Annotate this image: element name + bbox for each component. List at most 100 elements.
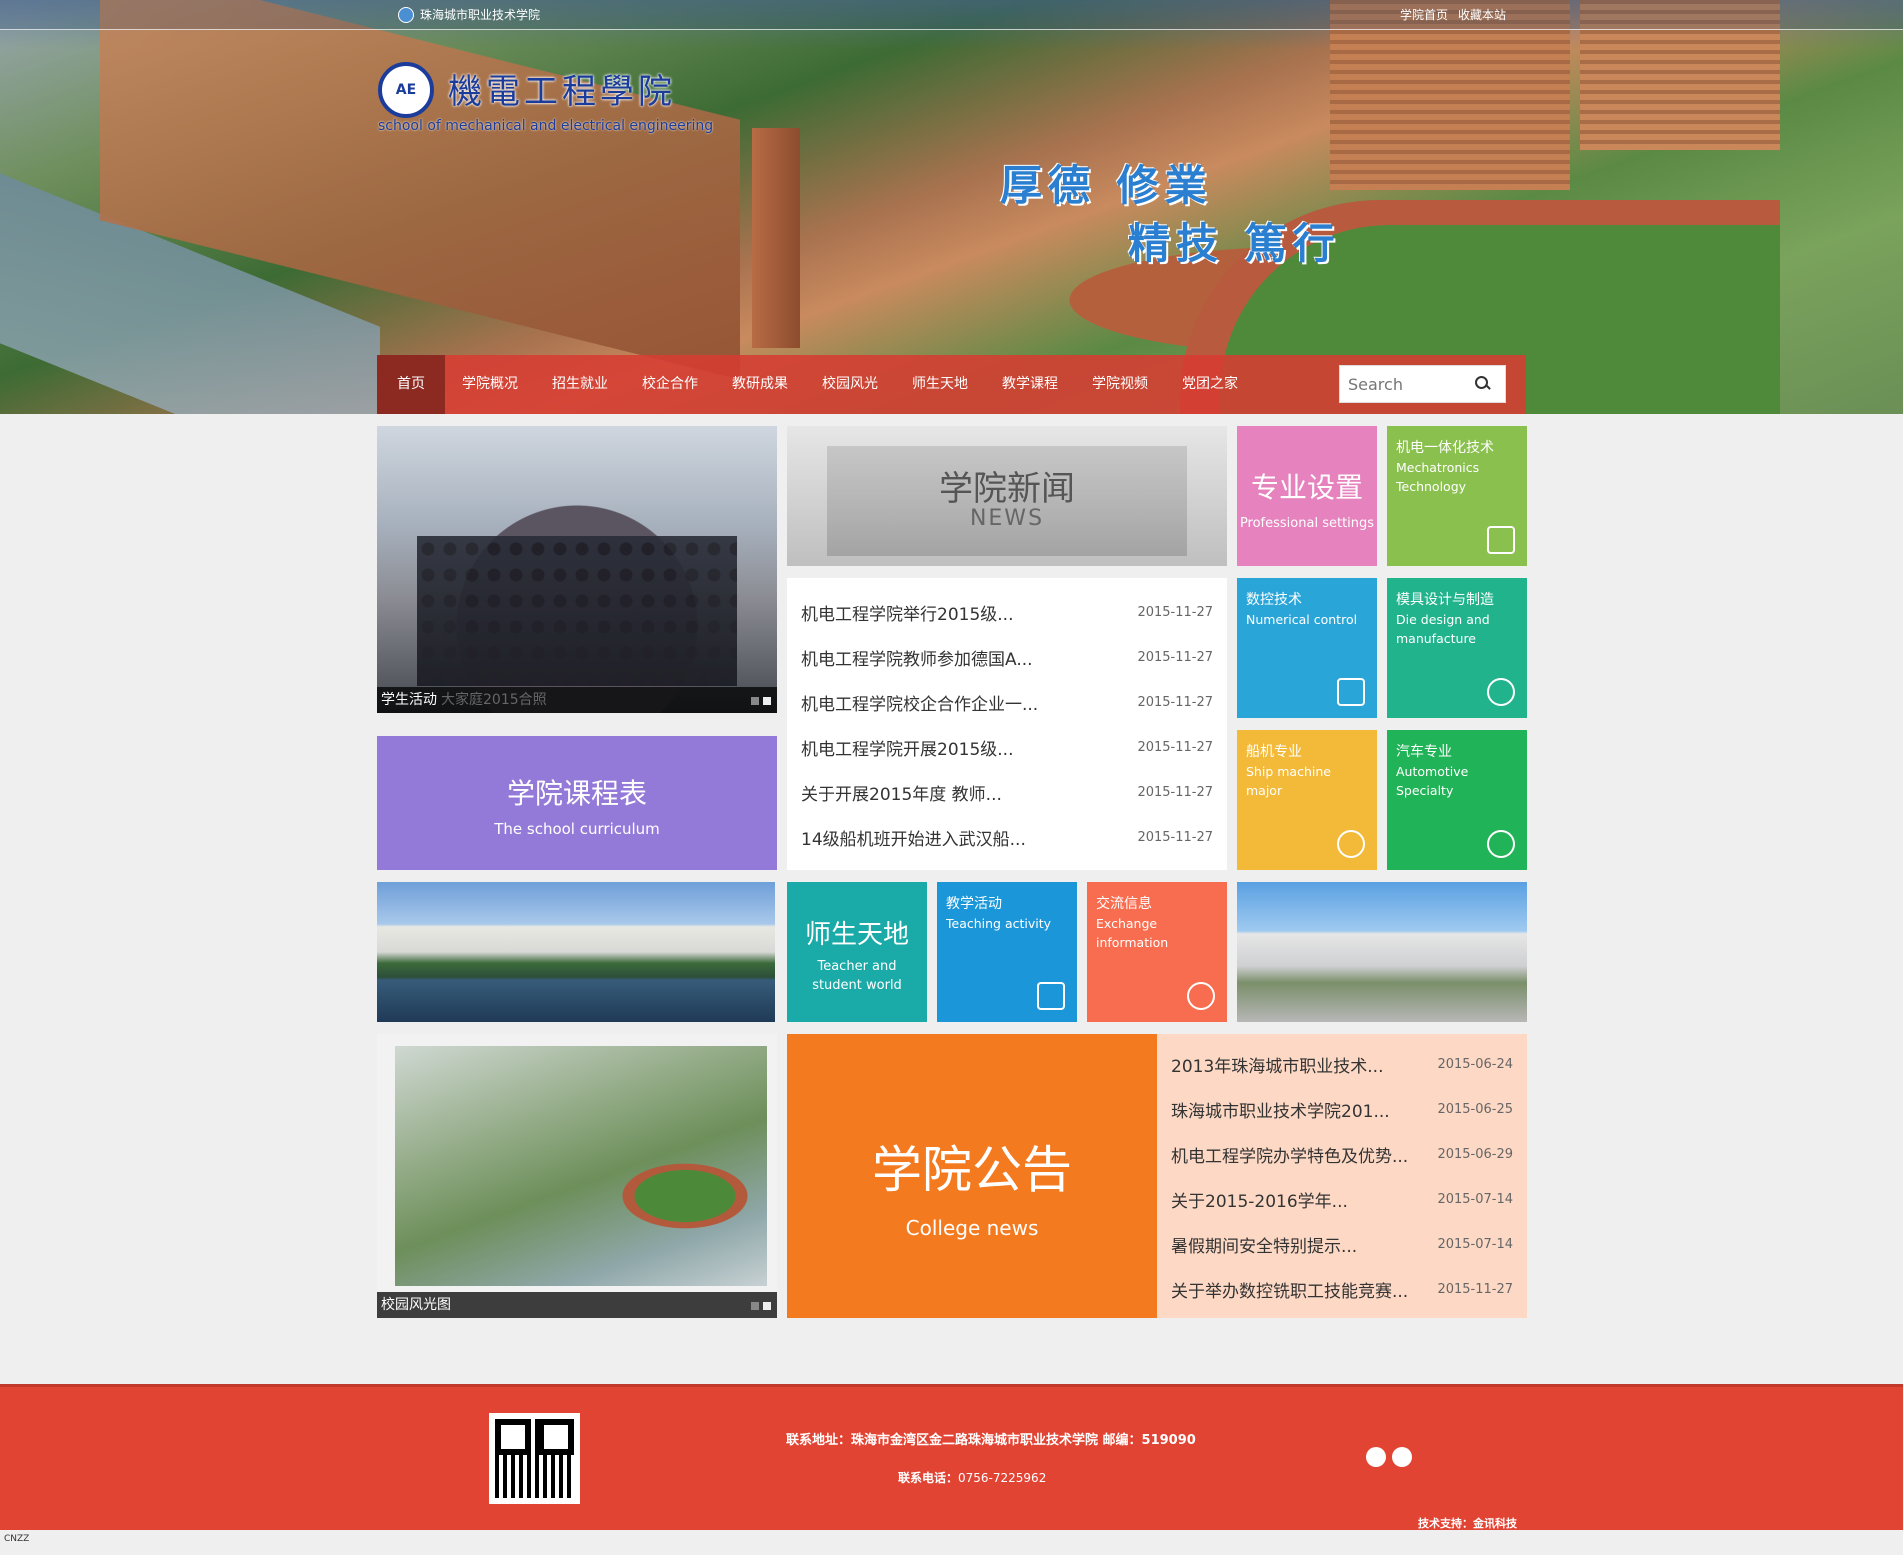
ship-icon [1337,830,1365,858]
news-item[interactable]: 机电工程学院举行2015级... 2015-11-27 [801,590,1213,635]
announcement-item[interactable]: 珠海城市职业技术学院201... 2015-06-25 [1171,1087,1513,1132]
news-item[interactable]: 机电工程学院校企合作企业一... 2015-11-27 [801,680,1213,725]
announcement-date: 2015-06-29 [1437,1147,1513,1162]
nav-item-cooperation[interactable]: 校企合作 [625,355,715,414]
tile-subtitle: Numerical control [1246,612,1358,627]
nav-item-overview[interactable]: 学院概况 [445,355,535,414]
tile-title: 汽车专业 [1396,744,1452,760]
footer-phone: 联系电话：0756-7225962 [898,1469,1046,1486]
campus-lake-photo[interactable] [377,882,775,1022]
tile-automotive[interactable]: 汽车专业 Automotive Specialty [1387,730,1527,870]
tile-teacher-student[interactable]: 师生天地 Teacher and student world [787,882,927,1022]
slider-dot[interactable] [763,697,771,705]
share-icon[interactable] [1392,1447,1412,1467]
announcement-title: 关于举办数控铣职工技能竞赛... [1171,1282,1409,1302]
news-item-title: 机电工程学院举行2015级... [801,605,1014,625]
social-links [1366,1447,1412,1467]
tile-majors[interactable]: 专业设置 Professional settings [1237,426,1377,566]
cnzz-badge-icon[interactable]: CNZZ [4,1534,29,1544]
tile-exchange-info[interactable]: 交流信息 Exchange information [1087,882,1227,1022]
announcement-title: 关于2015-2016学年... [1171,1192,1348,1212]
support-label: 技术支持： [1418,1517,1473,1530]
announcement-date: 2015-07-14 [1437,1237,1513,1252]
dropbox-icon [1487,526,1515,554]
support-company[interactable]: 金讯科技 [1473,1517,1517,1530]
nav-item-courses[interactable]: 教学课程 [985,355,1075,414]
tile-title: 机电一体化技术 [1396,440,1494,456]
news-item-date: 2015-11-27 [1137,695,1213,710]
phone-label: 联系电话： [898,1471,959,1485]
search-icon[interactable] [1470,372,1494,396]
footer: 联系地址：珠海市金湾区金二路珠海城市职业技术学院 邮编：519090 联系电话：… [0,1384,1903,1530]
tile-numerical-control[interactable]: 数控技术 Numerical control [1237,578,1377,718]
campus-building-photo[interactable] [1237,882,1527,1022]
college-logo[interactable]: AE 機電工程學院 school of mechanical and elect… [378,58,713,138]
nav-item-community[interactable]: 师生天地 [895,355,985,414]
hero-tower [752,128,800,348]
tile-subtitle: Die design and manufacture [1396,612,1490,646]
nav-item-research[interactable]: 教研成果 [715,355,805,414]
search-box [1339,365,1506,403]
news-item[interactable]: 机电工程学院开展2015级... 2015-11-27 [801,725,1213,770]
bottom-strip: CNZZ [0,1530,1903,1555]
nav-item-videos[interactable]: 学院视频 [1075,355,1165,414]
nav-item-home[interactable]: 首页 [377,355,445,414]
announcement-item[interactable]: 机电工程学院办学特色及优势... 2015-06-29 [1171,1132,1513,1177]
wechat-icon[interactable] [1366,1447,1386,1467]
news-item[interactable]: 关于开展2015年度 教师... 2015-11-27 [801,770,1213,815]
tile-title: 师生天地 [804,920,909,950]
news-list: 机电工程学院举行2015级... 2015-11-27 机电工程学院教师参加德国A… [787,578,1227,870]
announcement-item[interactable]: 关于举办数控铣职工技能竞赛... 2015-11-27 [1171,1267,1513,1312]
tile-title: 学院公告 [872,1141,1072,1199]
slider-dots [751,1302,771,1310]
slider-dot[interactable] [751,697,759,705]
tile-subtitle: Teacher and student world [812,959,902,993]
tile-title: 数控技术 [1246,592,1302,608]
slider-dot[interactable] [751,1302,759,1310]
tile-title: 船机专业 [1246,744,1302,760]
bookmark-link[interactable]: 收藏本站 [1458,6,1506,23]
university-link[interactable]: 珠海城市职业技术学院 [398,6,540,23]
window-icon [1337,678,1365,706]
tile-subtitle: Mechatronics Technology [1396,460,1480,494]
announcement-date: 2015-06-24 [1437,1057,1513,1072]
tile-mechatronics[interactable]: 机电一体化技术 Mechatronics Technology [1387,426,1527,566]
slider-caption: 学生活动 大家庭2015合照 [377,687,777,713]
news-item-title: 14级船机班开始进入武汉船... [801,830,1026,850]
globe-icon [398,6,414,23]
homepage-link[interactable]: 学院首页 [1400,6,1448,23]
main-nav: 首页 学院概况 招生就业 校企合作 教研成果 校园风光 师生天地 教学课程 学院… [377,355,1526,414]
news-header[interactable]: 学院新闻 NEWS [787,426,1227,566]
slogan-line2: 精技 篤行 [1128,219,1341,268]
campus-scenery-slider[interactable]: 校园风光图 [377,1034,777,1318]
tile-announcements[interactable]: 学院公告 College news [787,1034,1157,1318]
announcement-item[interactable]: 关于2015-2016学年... 2015-07-14 [1171,1177,1513,1222]
tile-curriculum[interactable]: 学院课程表 The school curriculum [377,736,777,870]
announcement-date: 2015-11-27 [1437,1282,1513,1297]
announcement-title: 2013年珠海城市职业技术... [1171,1057,1384,1077]
tile-teaching-activity[interactable]: 教学活动 Teaching activity [937,882,1077,1022]
nav-item-campus[interactable]: 校园风光 [805,355,895,414]
announcement-item[interactable]: 2013年珠海城市职业技术... 2015-06-24 [1171,1042,1513,1087]
news-item[interactable]: 机电工程学院教师参加德国A... 2015-11-27 [801,635,1213,680]
qr-code [489,1413,580,1504]
student-activity-slider[interactable]: 学生活动 大家庭2015合照 [377,426,777,713]
caption-subtitle: 大家庭2015合照 [441,692,547,708]
search-input[interactable] [1340,366,1470,402]
university-name: 珠海城市职业技术学院 [420,8,541,22]
announcement-item[interactable]: 暑假期间安全特别提示... 2015-07-14 [1171,1222,1513,1267]
tile-die-design[interactable]: 模具设计与制造 Die design and manufacture [1387,578,1527,718]
tile-title: 教学活动 [946,896,1002,912]
announcement-title: 暑假期间安全特别提示... [1171,1237,1358,1257]
book-icon [1037,982,1065,1010]
tile-subtitle: Teaching activity [946,916,1052,931]
slider-dot[interactable] [763,1302,771,1310]
tile-ship-machine[interactable]: 船机专业 Ship machine major [1237,730,1377,870]
nav-item-party[interactable]: 党团之家 [1165,355,1255,414]
nav-item-admissions[interactable]: 招生就业 [535,355,625,414]
tile-title: 专业设置 [1250,471,1363,504]
emblem-icon: AE [378,62,434,118]
steering-wheel-icon [1487,830,1515,858]
news-item[interactable]: 14级船机班开始进入武汉船... 2015-11-27 [801,815,1213,860]
slogan-line1: 厚德 修業 [1000,161,1213,210]
